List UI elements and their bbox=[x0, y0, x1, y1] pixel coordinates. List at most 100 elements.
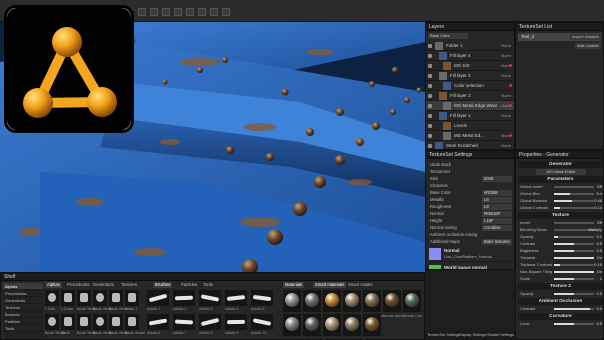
property-slider[interactable]: Blending Mode Multiply bbox=[518, 227, 603, 233]
section-header[interactable]: Parameters bbox=[518, 176, 603, 183]
shelf-category[interactable]: Brushes bbox=[3, 311, 43, 318]
layer-row[interactable]: MG Dirt Norm bbox=[426, 61, 514, 71]
toolbar-button[interactable] bbox=[186, 8, 194, 16]
section-header[interactable]: Texture 2 bbox=[518, 283, 603, 290]
main-shader-button[interactable]: Main shader bbox=[574, 43, 601, 49]
layer-row[interactable]: MG Metal Ed... Norm bbox=[426, 131, 514, 141]
toolbar-button[interactable] bbox=[174, 8, 182, 16]
layer-row[interactable]: MG Metal Edge Wear Norm bbox=[426, 101, 514, 111]
eye-icon[interactable] bbox=[428, 94, 432, 98]
property-slider[interactable]: Global Contrast 0.14 bbox=[518, 205, 603, 211]
shelf-category[interactable]: Alphas bbox=[3, 283, 43, 290]
eye-icon[interactable] bbox=[428, 44, 432, 48]
eye-icon[interactable] bbox=[428, 84, 432, 88]
brush-thumbnail[interactable]: Artistic 1 bbox=[147, 290, 169, 311]
alpha-thumbnail[interactable]: Brush Stroke bbox=[93, 290, 113, 311]
setting-value[interactable]: L16F bbox=[482, 217, 512, 224]
property-slider[interactable]: Contrast 0.5 bbox=[518, 241, 603, 247]
toolbar-button[interactable] bbox=[138, 8, 146, 16]
property-slider[interactable]: Global Blur 0.4 bbox=[518, 191, 603, 197]
eye-icon[interactable] bbox=[428, 54, 432, 58]
baked-map-row[interactable]: World space normalWorld Space Normals Te… bbox=[428, 263, 514, 269]
material-thumbnail[interactable]: Bronze bbox=[363, 314, 381, 339]
shelf-category[interactable]: Particles bbox=[3, 318, 43, 325]
toolbar-button[interactable] bbox=[210, 8, 218, 16]
tab-textureset-settings[interactable]: TextureSet Settings bbox=[427, 332, 460, 339]
setting-value[interactable]: L8 bbox=[482, 203, 512, 210]
alpha-thumbnail[interactable]: Cross 1 bbox=[125, 290, 139, 311]
alpha-thumbnail[interactable]: 1 Cross bbox=[61, 290, 75, 311]
material-thumbnail[interactable]: Bone bbox=[323, 314, 341, 339]
slider-track[interactable] bbox=[554, 278, 594, 280]
alpha-thumbnail[interactable]: Brush Stroke bbox=[45, 314, 65, 335]
generator-selector[interactable]: MG Mask Editor bbox=[536, 169, 586, 175]
property-slider[interactable]: Triplanar Contrast 0.15 bbox=[518, 262, 603, 268]
property-slider[interactable]: Global Invert Off bbox=[518, 184, 603, 190]
alpha-thumbnail[interactable]: Brush Stroke bbox=[109, 290, 129, 311]
shelf-tab[interactable]: Smart materials bbox=[313, 282, 347, 288]
setting-value[interactable]: Bake textures bbox=[482, 238, 512, 245]
import-shaders-button[interactable]: Import shaders bbox=[570, 34, 601, 40]
shelf-category[interactable]: Tools bbox=[3, 325, 43, 332]
material-thumbnail[interactable]: Aluminium... bbox=[283, 290, 302, 318]
shelf-tab[interactable]: Materials bbox=[283, 282, 304, 288]
setting-value[interactable]: sRGB8 bbox=[482, 189, 512, 196]
toolbar-button[interactable] bbox=[150, 8, 158, 16]
slider-track[interactable] bbox=[554, 250, 594, 252]
eye-icon[interactable] bbox=[428, 64, 432, 68]
brush-thumbnail[interactable]: Artistic 5 bbox=[251, 290, 273, 311]
baked-map-row[interactable]: Normal Low_ClanPlatform_Normal bbox=[428, 246, 514, 262]
layer-row[interactable]: Fill layer 4 Norm bbox=[426, 51, 514, 61]
shelf-tab[interactable]: Smart masks bbox=[346, 282, 374, 288]
slider-track[interactable] bbox=[554, 186, 594, 188]
property-slider[interactable]: Contrast 0.9 bbox=[518, 306, 603, 312]
alpha-thumbnail[interactable]: Brush Stroke bbox=[109, 314, 129, 335]
eye-icon[interactable] bbox=[428, 144, 432, 148]
material-thumbnail[interactable]: Beeswax bbox=[323, 290, 341, 318]
shelf-tab[interactable]: Textures bbox=[119, 282, 139, 288]
slider-track[interactable] bbox=[554, 222, 594, 224]
property-slider[interactable]: Invert Off bbox=[518, 220, 603, 226]
slider-track[interactable] bbox=[554, 200, 594, 202]
layer-row[interactable]: Fill layer 1 Norm bbox=[426, 111, 514, 121]
brush-thumbnail[interactable]: Artistic 9 bbox=[225, 314, 247, 335]
setting-value[interactable]: L8 bbox=[482, 196, 512, 203]
shelf-category[interactable]: Procedurals bbox=[3, 290, 43, 297]
brush-thumbnail[interactable]: Artistic 3 bbox=[199, 290, 221, 311]
alpha-thumbnail[interactable]: Circle bbox=[61, 314, 75, 335]
shelf-category[interactable]: Generators bbox=[3, 297, 43, 304]
slider-track[interactable] bbox=[554, 293, 594, 295]
slider-track[interactable] bbox=[554, 236, 594, 238]
tab-shader-settings[interactable]: Shader Settings bbox=[487, 332, 514, 339]
slider-track[interactable] bbox=[554, 207, 594, 209]
slider-track[interactable] bbox=[554, 257, 594, 259]
brush-thumbnail[interactable]: Artistic 4 bbox=[225, 290, 247, 311]
property-slider[interactable]: Triplanar On bbox=[518, 255, 603, 261]
shelf-tab[interactable]: Particles bbox=[179, 282, 199, 288]
eye-icon[interactable] bbox=[428, 74, 432, 78]
eye-icon[interactable] bbox=[428, 134, 432, 138]
property-slider[interactable]: Global Balance 0.46 bbox=[518, 198, 603, 204]
alpha-thumbnail[interactable]: Brush Stroke bbox=[125, 314, 145, 335]
alpha-thumbnail[interactable]: Brush Stroke bbox=[93, 314, 113, 335]
layer-row[interactable]: Fill layer 2 Norm bbox=[426, 91, 514, 101]
material-thumbnail[interactable]: Bone bbox=[343, 290, 361, 318]
material-thumbnail[interactable]: Aluminium bbox=[283, 314, 301, 339]
material-thumbnail[interactable]: Bronze Corr... bbox=[403, 290, 423, 318]
alpha-thumbnail[interactable]: Brush Stroke bbox=[77, 314, 97, 335]
brush-thumbnail[interactable]: Artistic 8 bbox=[199, 314, 221, 335]
shelf-category[interactable]: Textures bbox=[3, 304, 43, 311]
toolbar-button[interactable] bbox=[198, 8, 206, 16]
setting-value[interactable]: RGB16F bbox=[482, 210, 512, 217]
brush-thumbnail[interactable]: Artistic 2 bbox=[173, 290, 195, 311]
toolbar-button[interactable] bbox=[222, 8, 230, 16]
layer-row[interactable]: Folder 1 Norm bbox=[426, 41, 514, 51]
brush-thumbnail[interactable]: Artistic 7 bbox=[173, 314, 195, 335]
property-slider[interactable]: Non-Square Tiling On bbox=[518, 269, 603, 275]
shelf-tab[interactable]: Alphas bbox=[45, 282, 62, 288]
toolbar-button[interactable] bbox=[162, 8, 170, 16]
tab-display-settings[interactable]: Display Settings bbox=[459, 332, 486, 339]
shelf-tab[interactable]: Tools bbox=[201, 282, 215, 288]
channel-dropdown[interactable]: Base Color bbox=[428, 33, 468, 39]
layer-row[interactable]: Fill layer 3 Norm bbox=[426, 71, 514, 81]
